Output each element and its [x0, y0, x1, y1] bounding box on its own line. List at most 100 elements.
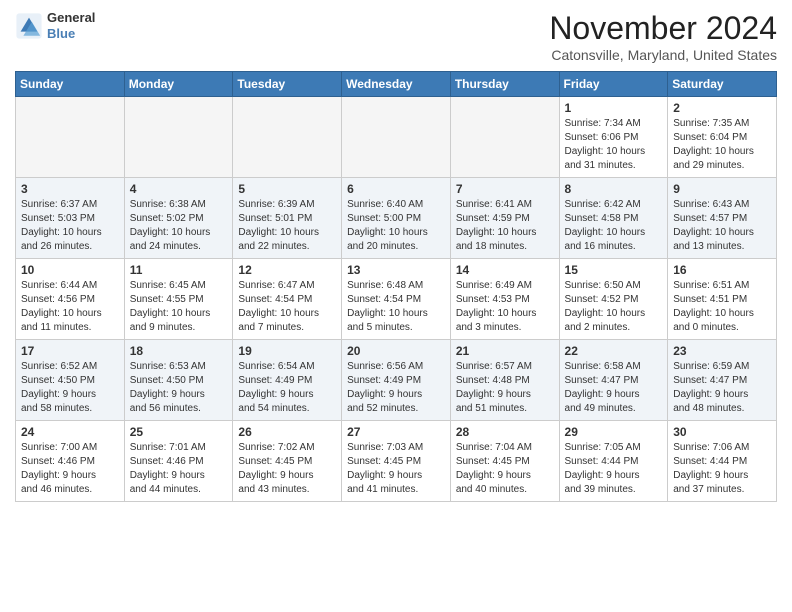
calendar-cell: 11 Sunrise: 6:45 AM Sunset: 4:55 PM Dayli…	[124, 259, 233, 340]
day-info: Sunrise: 6:39 AM Sunset: 5:01 PM Dayligh…	[238, 198, 336, 254]
calendar-cell: 8 Sunrise: 6:42 AM Sunset: 4:58 PM Daylig…	[559, 178, 668, 259]
day-number: 22	[565, 344, 663, 358]
calendar-cell: 28 Sunrise: 7:04 AM Sunset: 4:45 PM Dayli…	[450, 421, 559, 502]
day-info: Sunrise: 6:37 AM Sunset: 5:03 PM Dayligh…	[21, 198, 119, 254]
day-number: 21	[456, 344, 554, 358]
day-info: Sunrise: 7:35 AM Sunset: 6:04 PM Dayligh…	[673, 117, 771, 173]
calendar-cell: 19Sunrise: 6:54 AM Sunset: 4:49 PM Dayli…	[233, 340, 342, 421]
day-info: Sunrise: 6:40 AM Sunset: 5:00 PM Dayligh…	[347, 198, 445, 254]
day-number: 8	[565, 182, 663, 196]
day-number: 27	[347, 425, 445, 439]
day-info: Sunrise: 6:54 AM Sunset: 4:49 PM Dayligh…	[238, 360, 336, 416]
calendar-cell: 22 Sunrise: 6:58 AM Sunset: 4:47 PM Dayli…	[559, 340, 668, 421]
weekday-header-sunday: Sunday	[16, 72, 125, 97]
day-info: Sunrise: 7:05 AM Sunset: 4:44 PM Dayligh…	[565, 441, 663, 497]
weekday-header-saturday: Saturday	[668, 72, 777, 97]
calendar-cell	[124, 97, 233, 178]
calendar-cell: 15 Sunrise: 6:50 AM Sunset: 4:52 PM Dayli…	[559, 259, 668, 340]
day-info: Sunrise: 6:58 AM Sunset: 4:47 PM Dayligh…	[565, 360, 663, 416]
day-info: Sunrise: 6:57 AM Sunset: 4:48 PM Dayligh…	[456, 360, 554, 416]
day-number: 12	[238, 263, 336, 277]
calendar-cell: 29 Sunrise: 7:05 AM Sunset: 4:44 PM Dayli…	[559, 421, 668, 502]
weekday-header-wednesday: Wednesday	[342, 72, 451, 97]
calendar-cell: 10 Sunrise: 6:44 AM Sunset: 4:56 PM Dayli…	[16, 259, 125, 340]
day-number: 17	[21, 344, 119, 358]
calendar-cell	[342, 97, 451, 178]
day-number: 15	[565, 263, 663, 277]
day-number: 6	[347, 182, 445, 196]
day-number: 9	[673, 182, 771, 196]
day-number: 24	[21, 425, 119, 439]
calendar-cell	[450, 97, 559, 178]
day-number: 11	[130, 263, 228, 277]
day-number: 29	[565, 425, 663, 439]
day-number: 20	[347, 344, 445, 358]
calendar-cell: 16 Sunrise: 6:51 AM Sunset: 4:51 PM Dayli…	[668, 259, 777, 340]
day-info: Sunrise: 7:02 AM Sunset: 4:45 PM Dayligh…	[238, 441, 336, 497]
calendar-cell: 20 Sunrise: 6:56 AM Sunset: 4:49 PM Dayli…	[342, 340, 451, 421]
day-info: Sunrise: 6:48 AM Sunset: 4:54 PM Dayligh…	[347, 279, 445, 335]
calendar-week-1: 1 Sunrise: 7:34 AM Sunset: 6:06 PM Daylig…	[16, 97, 777, 178]
day-info: Sunrise: 6:52 AM Sunset: 4:50 PM Dayligh…	[21, 360, 119, 416]
calendar-cell: 27 Sunrise: 7:03 AM Sunset: 4:45 PM Dayli…	[342, 421, 451, 502]
day-number: 1	[565, 101, 663, 115]
calendar-cell: 4Sunrise: 6:38 AM Sunset: 5:02 PM Daylig…	[124, 178, 233, 259]
day-info: Sunrise: 7:01 AM Sunset: 4:46 PM Dayligh…	[130, 441, 228, 497]
calendar-cell: 5Sunrise: 6:39 AM Sunset: 5:01 PM Daylig…	[233, 178, 342, 259]
calendar-cell: 12Sunrise: 6:47 AM Sunset: 4:54 PM Dayli…	[233, 259, 342, 340]
calendar-cell: 23Sunrise: 6:59 AM Sunset: 4:47 PM Dayli…	[668, 340, 777, 421]
day-info: Sunrise: 6:53 AM Sunset: 4:50 PM Dayligh…	[130, 360, 228, 416]
calendar-header: SundayMondayTuesdayWednesdayThursdayFrid…	[16, 72, 777, 97]
calendar-week-2: 3Sunrise: 6:37 AM Sunset: 5:03 PM Daylig…	[16, 178, 777, 259]
logo: General Blue	[15, 10, 95, 41]
calendar-cell: 14 Sunrise: 6:49 AM Sunset: 4:53 PM Dayli…	[450, 259, 559, 340]
day-info: Sunrise: 7:03 AM Sunset: 4:45 PM Dayligh…	[347, 441, 445, 497]
day-number: 18	[130, 344, 228, 358]
day-info: Sunrise: 6:51 AM Sunset: 4:51 PM Dayligh…	[673, 279, 771, 335]
day-number: 26	[238, 425, 336, 439]
calendar-cell: 6 Sunrise: 6:40 AM Sunset: 5:00 PM Daylig…	[342, 178, 451, 259]
day-number: 14	[456, 263, 554, 277]
day-info: Sunrise: 7:00 AM Sunset: 4:46 PM Dayligh…	[21, 441, 119, 497]
calendar-cell: 13 Sunrise: 6:48 AM Sunset: 4:54 PM Dayli…	[342, 259, 451, 340]
weekday-header-thursday: Thursday	[450, 72, 559, 97]
day-info: Sunrise: 6:49 AM Sunset: 4:53 PM Dayligh…	[456, 279, 554, 335]
day-number: 7	[456, 182, 554, 196]
day-info: Sunrise: 6:44 AM Sunset: 4:56 PM Dayligh…	[21, 279, 119, 335]
calendar-cell: 2 Sunrise: 7:35 AM Sunset: 6:04 PM Daylig…	[668, 97, 777, 178]
day-info: Sunrise: 6:56 AM Sunset: 4:49 PM Dayligh…	[347, 360, 445, 416]
day-info: Sunrise: 6:42 AM Sunset: 4:58 PM Dayligh…	[565, 198, 663, 254]
day-info: Sunrise: 7:06 AM Sunset: 4:44 PM Dayligh…	[673, 441, 771, 497]
day-info: Sunrise: 6:59 AM Sunset: 4:47 PM Dayligh…	[673, 360, 771, 416]
calendar-cell: 7 Sunrise: 6:41 AM Sunset: 4:59 PM Daylig…	[450, 178, 559, 259]
calendar-cell: 18 Sunrise: 6:53 AM Sunset: 4:50 PM Dayli…	[124, 340, 233, 421]
day-number: 2	[673, 101, 771, 115]
day-number: 13	[347, 263, 445, 277]
calendar-cell: 21 Sunrise: 6:57 AM Sunset: 4:48 PM Dayli…	[450, 340, 559, 421]
weekday-header-monday: Monday	[124, 72, 233, 97]
calendar-week-5: 24 Sunrise: 7:00 AM Sunset: 4:46 PM Dayli…	[16, 421, 777, 502]
day-info: Sunrise: 7:04 AM Sunset: 4:45 PM Dayligh…	[456, 441, 554, 497]
calendar-cell: 25Sunrise: 7:01 AM Sunset: 4:46 PM Dayli…	[124, 421, 233, 502]
day-number: 30	[673, 425, 771, 439]
calendar-week-3: 10 Sunrise: 6:44 AM Sunset: 4:56 PM Dayli…	[16, 259, 777, 340]
day-info: Sunrise: 6:41 AM Sunset: 4:59 PM Dayligh…	[456, 198, 554, 254]
month-title: November 2024	[549, 10, 777, 47]
location: Catonsville, Maryland, United States	[549, 47, 777, 63]
day-info: Sunrise: 6:45 AM Sunset: 4:55 PM Dayligh…	[130, 279, 228, 335]
calendar-cell	[16, 97, 125, 178]
calendar-week-4: 17 Sunrise: 6:52 AM Sunset: 4:50 PM Dayli…	[16, 340, 777, 421]
calendar-table: SundayMondayTuesdayWednesdayThursdayFrid…	[15, 71, 777, 502]
day-info: Sunrise: 6:43 AM Sunset: 4:57 PM Dayligh…	[673, 198, 771, 254]
day-number: 28	[456, 425, 554, 439]
calendar-cell: 26 Sunrise: 7:02 AM Sunset: 4:45 PM Dayli…	[233, 421, 342, 502]
calendar-cell: 30 Sunrise: 7:06 AM Sunset: 4:44 PM Dayli…	[668, 421, 777, 502]
day-info: Sunrise: 6:38 AM Sunset: 5:02 PM Dayligh…	[130, 198, 228, 254]
day-info: Sunrise: 6:50 AM Sunset: 4:52 PM Dayligh…	[565, 279, 663, 335]
day-number: 16	[673, 263, 771, 277]
calendar-cell: 17 Sunrise: 6:52 AM Sunset: 4:50 PM Dayli…	[16, 340, 125, 421]
day-number: 10	[21, 263, 119, 277]
day-info: Sunrise: 7:34 AM Sunset: 6:06 PM Dayligh…	[565, 117, 663, 173]
title-block: November 2024 Catonsville, Maryland, Uni…	[549, 10, 777, 63]
calendar-cell: 3Sunrise: 6:37 AM Sunset: 5:03 PM Daylig…	[16, 178, 125, 259]
